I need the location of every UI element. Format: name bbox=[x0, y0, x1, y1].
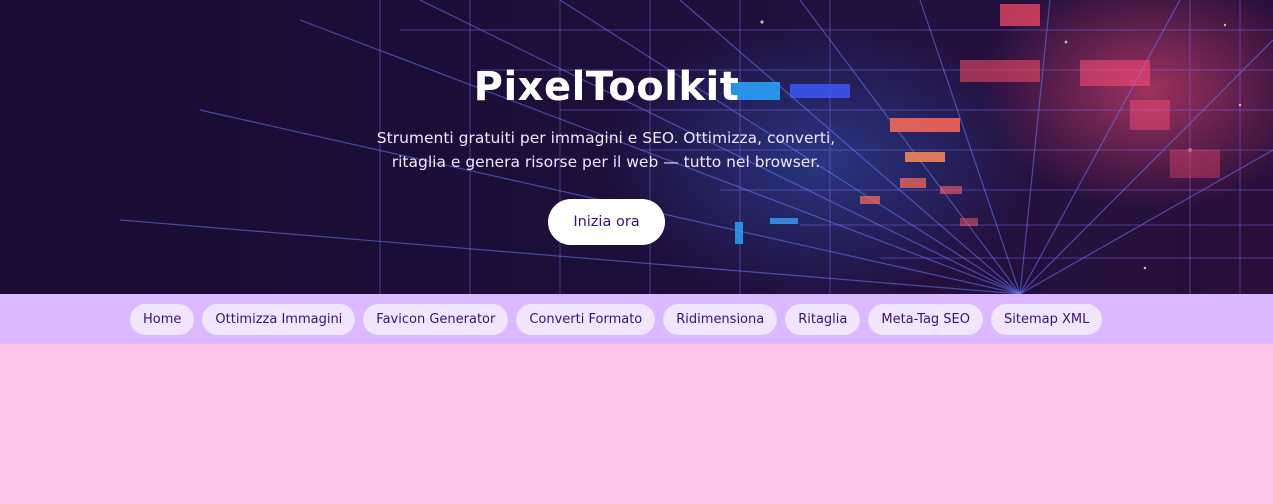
get-started-button[interactable]: Inizia ora bbox=[548, 199, 665, 245]
nav-item-favicon-generator[interactable]: Favicon Generator bbox=[363, 304, 509, 335]
nav-item-seo-meta-tags[interactable]: Meta-Tag SEO bbox=[868, 304, 983, 335]
hero-content: PixelToolkit Strumenti gratuiti per imma… bbox=[0, 0, 1213, 294]
hero-subtitle: Strumenti gratuiti per immagini e SEO. O… bbox=[356, 126, 856, 174]
site-title: PixelToolkit bbox=[473, 64, 740, 110]
main-content-area bbox=[0, 345, 1273, 504]
nav-item-home[interactable]: Home bbox=[130, 304, 195, 335]
nav-item-crop[interactable]: Ritaglia bbox=[785, 304, 861, 335]
nav-item-optimize-images[interactable]: Ottimizza Immagini bbox=[202, 304, 356, 335]
nav-item-resize[interactable]: Ridimensiona bbox=[663, 304, 778, 335]
hero-subtitle-line-1: Strumenti gratuiti per immagini e SEO. O… bbox=[376, 129, 836, 147]
tools-navigation: Home Ottimizza Immagini Favicon Generato… bbox=[0, 294, 1273, 345]
hero-banner: PixelToolkit Strumenti gratuiti per imma… bbox=[0, 0, 1273, 294]
nav-item-xml-sitemap[interactable]: Sitemap XML bbox=[991, 304, 1103, 335]
nav-item-convert-format[interactable]: Converti Formato bbox=[516, 304, 656, 335]
hero-subtitle-line-2: ritaglia e genera risorse per il web — t… bbox=[391, 153, 821, 171]
nav-list: Home Ottimizza Immagini Favicon Generato… bbox=[130, 304, 1103, 335]
